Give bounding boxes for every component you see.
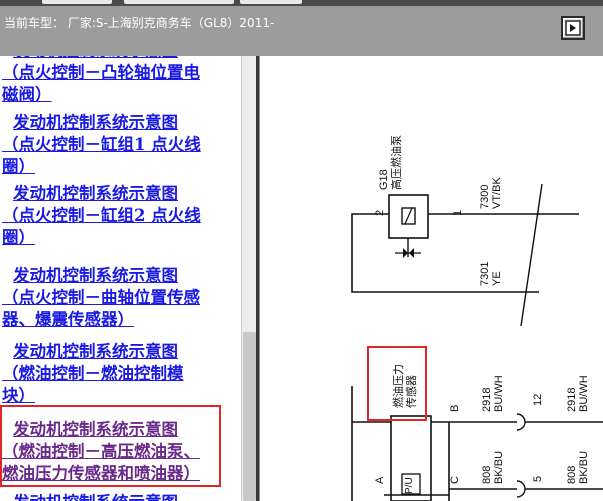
diagram-link[interactable]: 发动机控制系统示意图 bbox=[2, 492, 236, 501]
diagram-link[interactable]: 发动机控制系统示意图 （燃油控制－燃油控制模 块） bbox=[2, 341, 236, 407]
wire-number-label: 7301 bbox=[479, 261, 491, 286]
wiring-diagram: G18 高压燃油泵 2 1 7300 VT/BK 7301 YE 燃油压力 传感… bbox=[259, 56, 603, 501]
link-line: 圈） bbox=[2, 157, 35, 176]
link-line: 发动机控制系统示意图 bbox=[13, 342, 178, 361]
diagram-link[interactable]: 发动机控制系统示意图 （点火控制－曲轴位置传感 器、爆震传感器） bbox=[2, 265, 236, 331]
pin-label: B bbox=[449, 404, 461, 412]
link-line: （点火控制－缸组1 点火线 bbox=[2, 135, 201, 154]
pin-label: C bbox=[449, 476, 461, 484]
pump-code-label: G18 bbox=[378, 169, 390, 190]
connector-pin-label: 5 bbox=[532, 475, 544, 482]
toolbar-tab[interactable] bbox=[124, 0, 234, 4]
wire-color-label: BK/BU bbox=[493, 450, 505, 484]
link-line: （点火控制－凸轮轴位置电 bbox=[2, 63, 200, 82]
link-line: 块） bbox=[2, 386, 35, 405]
scrollbar-thumb[interactable] bbox=[243, 332, 256, 501]
sensor-symbol-label: P/U bbox=[404, 477, 415, 494]
wiring-lines bbox=[259, 56, 603, 501]
wire-number-label: 2918 bbox=[566, 387, 578, 412]
pump-name-label: 高压燃油泵 bbox=[391, 135, 403, 190]
diagram-link[interactable]: 发动机控制系统示意图 （点火控制－缸组1 点火线 圈） bbox=[2, 112, 236, 178]
connector-pin-label: 12 bbox=[532, 393, 544, 406]
diagram-list-panel: 发动机控制系统示意图 （点火控制－凸轮轴位置电 磁阀） 发动机控制系统示意图 （… bbox=[0, 56, 258, 501]
wire-number-label: 808 bbox=[481, 465, 493, 484]
pin-label: A bbox=[374, 476, 386, 484]
link-line: 发动机控制系统示意图 bbox=[13, 113, 178, 132]
wire-color-label: BU/WH bbox=[578, 375, 590, 412]
wire-number-label: 2918 bbox=[481, 387, 493, 412]
link-line: （点火控制－曲轴位置传感 bbox=[2, 288, 200, 307]
pin-label: 2 bbox=[374, 209, 386, 216]
pin-label: 1 bbox=[452, 209, 464, 216]
wire-number-label: 808 bbox=[566, 465, 578, 484]
wire-number-label: 7300 bbox=[479, 184, 491, 209]
toolbar-tab[interactable] bbox=[42, 0, 112, 4]
link-line: 磁阀） bbox=[2, 85, 52, 104]
wire-color-label: YE bbox=[491, 271, 503, 286]
wire-color-label: BU/WH bbox=[493, 375, 505, 412]
toolbar-tab[interactable] bbox=[240, 0, 302, 4]
toolbar-strip bbox=[0, 0, 603, 6]
wire-color-label: BK/BU bbox=[578, 450, 590, 484]
diagram-link[interactable]: 发动机控制系统示意图 （点火控制－缸组2 点火线 圈） bbox=[2, 183, 236, 249]
link-line: 圈） bbox=[2, 228, 35, 247]
sensor-highlight bbox=[367, 346, 427, 421]
link-line: （燃油控制－燃油控制模 bbox=[2, 364, 184, 383]
exit-button[interactable] bbox=[561, 16, 585, 40]
link-line: 器、爆震传感器） bbox=[2, 310, 134, 329]
vertical-scrollbar[interactable] bbox=[241, 56, 257, 501]
selection-highlight bbox=[0, 405, 221, 487]
link-line: 发动机控制系统示意图 bbox=[13, 266, 178, 285]
link-line: （点火控制－缸组2 点火线 bbox=[2, 206, 201, 225]
link-line: 发动机控制系统示意图 bbox=[13, 184, 178, 203]
vehicle-info-text: 当前车型： 厂家:S-上海别克商务车（GL8）2011- bbox=[4, 16, 275, 30]
diagram-link[interactable]: 发动机控制系统示意图 （点火控制－凸轮轴位置电 磁阀） bbox=[2, 56, 236, 106]
vehicle-info-bar: 当前车型： 厂家:S-上海别克商务车（GL8）2011- bbox=[0, 0, 603, 56]
wire-color-label: VT/BK bbox=[491, 177, 503, 209]
link-line: 发动机控制系统示意图 bbox=[2, 492, 236, 501]
exit-arrow-icon bbox=[565, 20, 581, 36]
